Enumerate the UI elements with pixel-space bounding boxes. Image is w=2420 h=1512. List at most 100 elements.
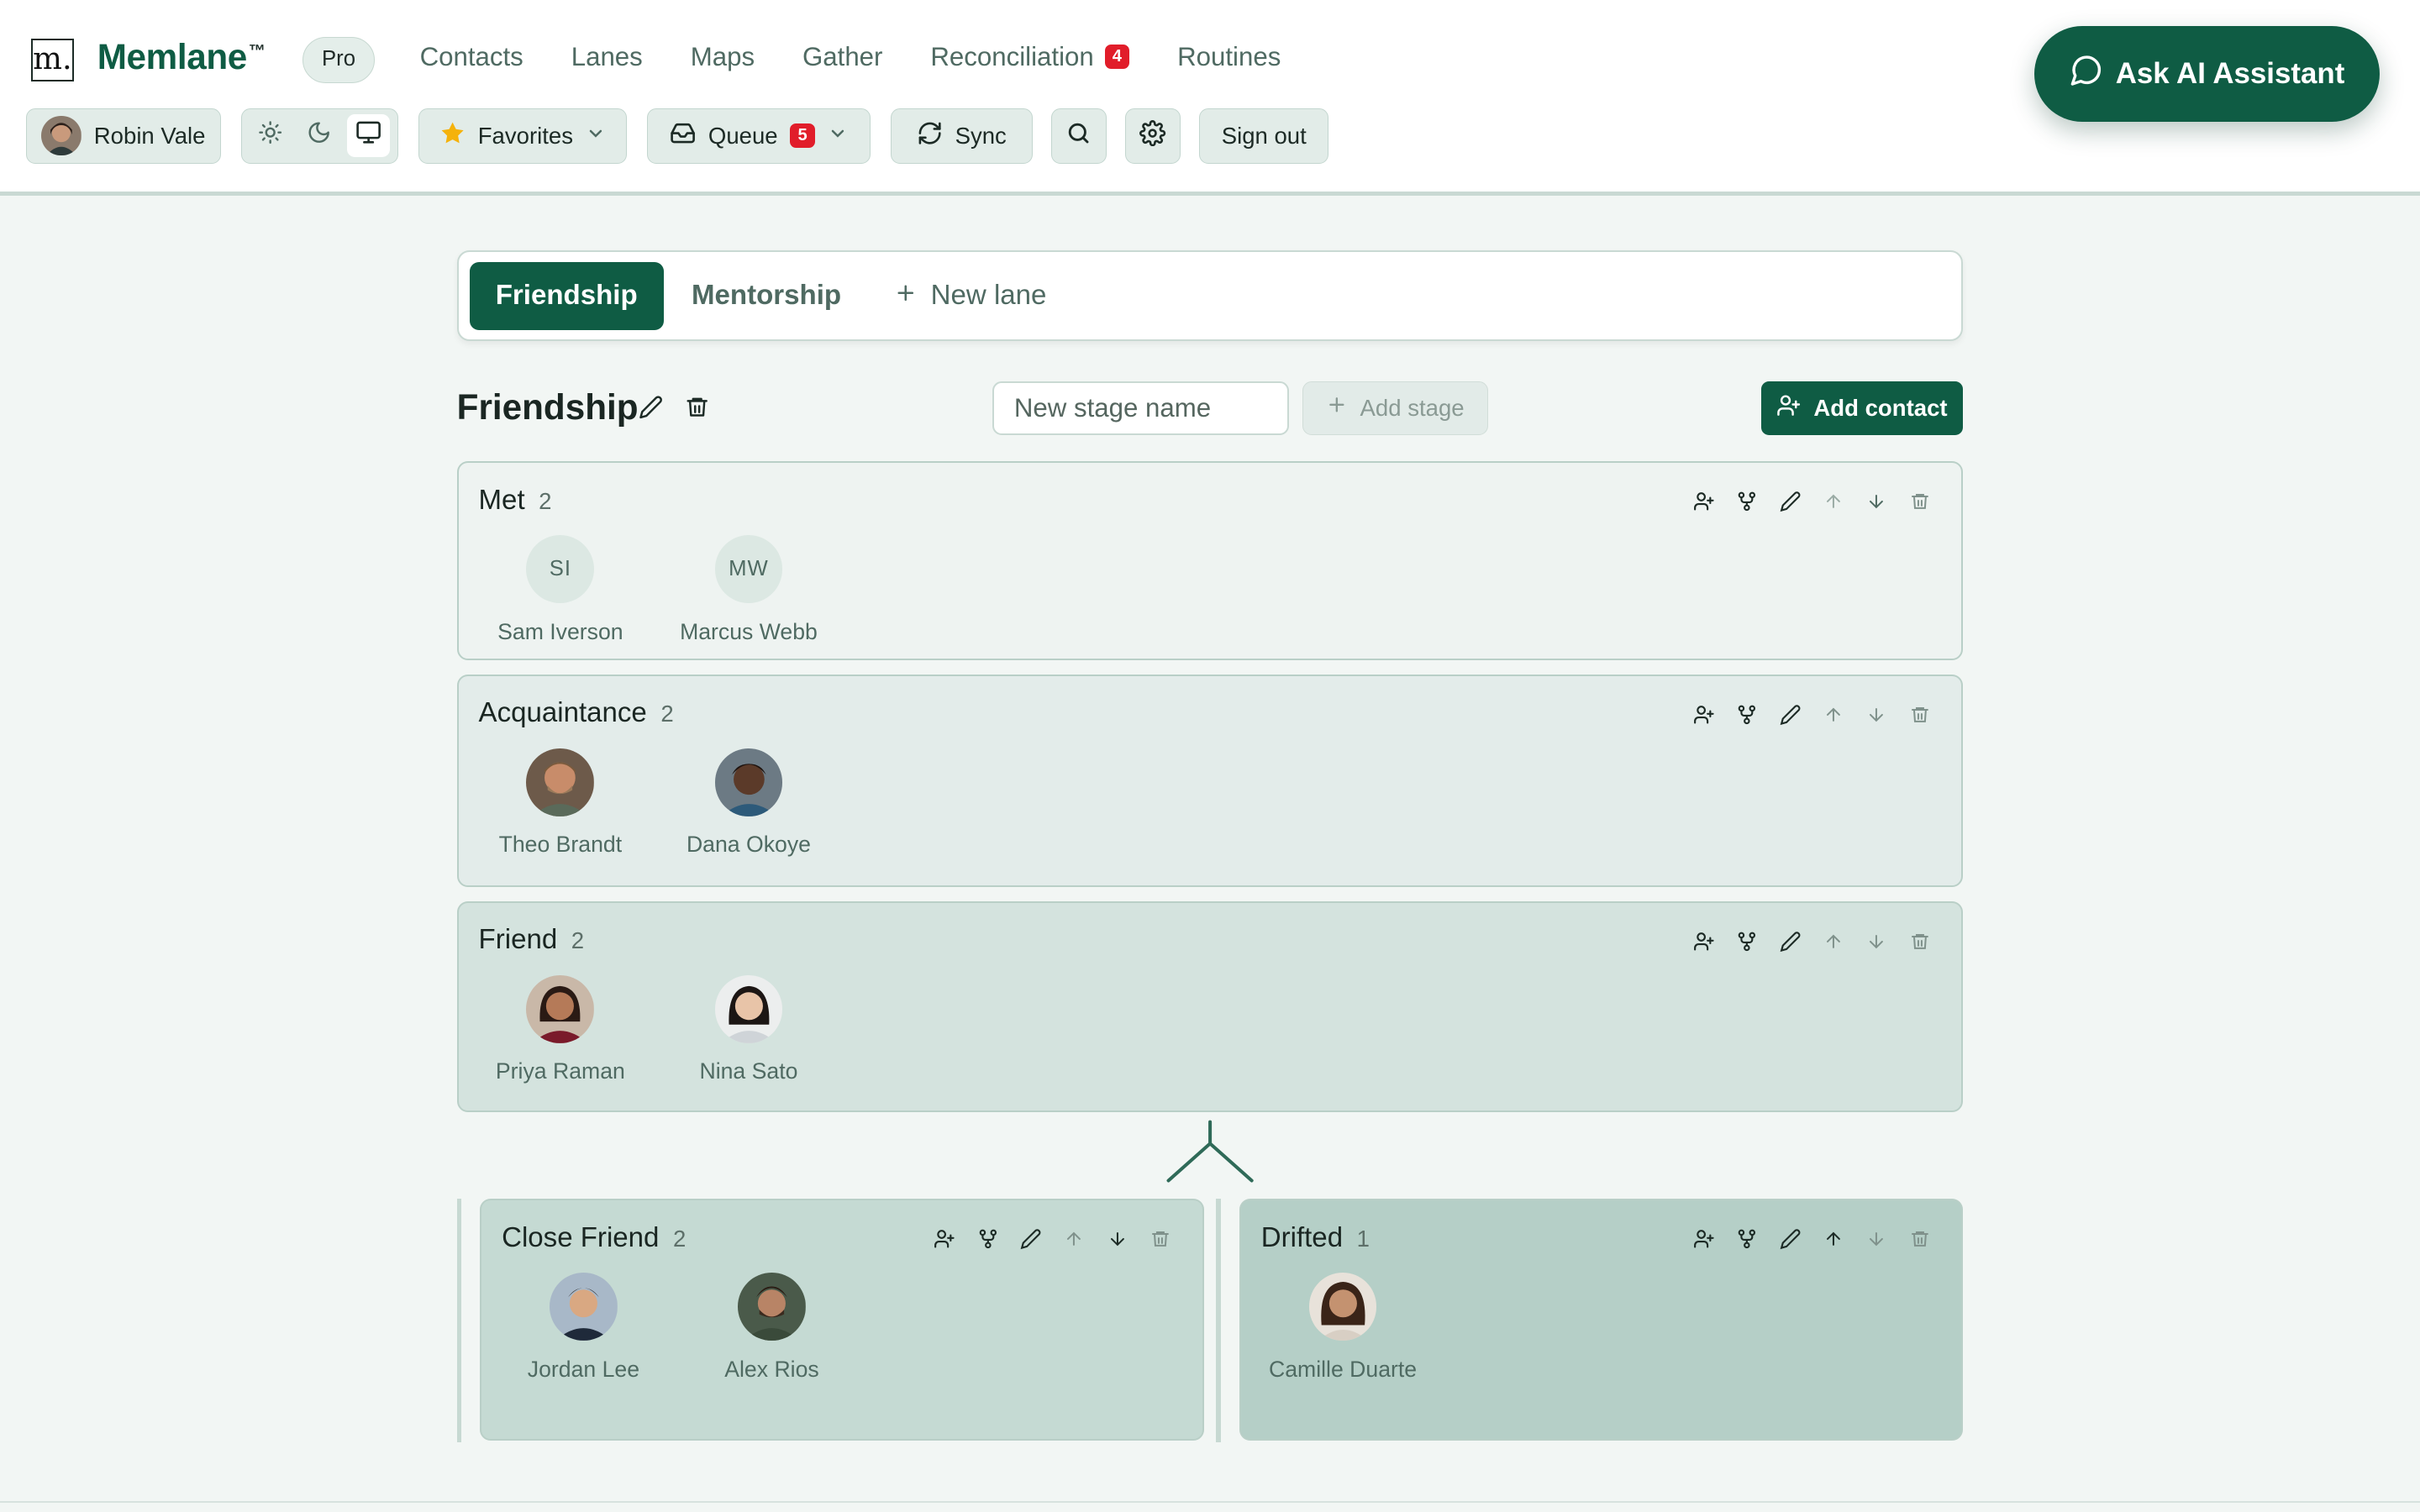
pencil-icon[interactable] — [1018, 1226, 1043, 1251]
search-button[interactable] — [1050, 108, 1107, 164]
arrow-up-icon[interactable] — [1821, 489, 1845, 513]
plus-icon — [894, 262, 918, 330]
new-lane-button[interactable]: New lane — [894, 262, 1047, 330]
contact-card[interactable]: Dana Okoye — [656, 748, 841, 858]
arrow-down-icon[interactable] — [1865, 702, 1889, 727]
add-person-icon[interactable] — [1691, 929, 1716, 953]
sign-out-button[interactable]: Sign out — [1199, 108, 1329, 164]
stage-actions — [932, 1226, 1172, 1251]
queue-dropdown[interactable]: Queue 5 — [646, 108, 871, 164]
arrow-down-icon[interactable] — [1105, 1226, 1129, 1251]
contact-card[interactable]: Alex Rios — [679, 1273, 864, 1382]
stage-card-drifted[interactable]: Drifted 1 Camille Duarte — [1239, 1199, 1964, 1441]
branch-icon[interactable] — [1734, 1226, 1759, 1251]
queue-label: Queue — [708, 122, 778, 149]
branch-icon[interactable] — [1734, 929, 1759, 953]
trash-icon[interactable] — [1907, 929, 1932, 953]
contact-card[interactable]: Camille Duarte — [1250, 1273, 1435, 1382]
pencil-icon[interactable] — [1778, 929, 1802, 953]
nav-routines[interactable]: Routines — [1177, 42, 1281, 72]
stage-card-close-friend[interactable]: Close Friend 2 Jordan Lee Alex Rios — [480, 1199, 1204, 1441]
ask-ai-assistant-label: Ask AI Assistant — [2115, 57, 2345, 91]
stage-header: Met 2 — [479, 485, 552, 517]
inbox-icon — [670, 120, 696, 152]
nav-reconciliation-label: Reconciliation — [930, 41, 1094, 71]
contact-name: Nina Sato — [699, 1058, 798, 1084]
contact-name: Sam Iverson — [497, 618, 623, 644]
tab-mentorship[interactable]: Mentorship — [666, 262, 868, 330]
trash-icon[interactable] — [1148, 1226, 1172, 1251]
nav-gather[interactable]: Gather — [802, 42, 882, 72]
brand-name[interactable]: Memlane ™ — [97, 37, 266, 77]
light-theme-button[interactable] — [249, 114, 292, 157]
contact-card[interactable]: MW Marcus Webb — [656, 535, 841, 644]
branch-icon[interactable] — [1734, 702, 1759, 727]
gear-icon — [1139, 119, 1166, 152]
contact-card[interactable]: Theo Brandt — [468, 748, 653, 858]
dark-theme-button[interactable] — [297, 114, 340, 157]
branch-icon[interactable] — [976, 1226, 1000, 1251]
nav-contacts[interactable]: Contacts — [420, 42, 523, 72]
arrow-down-icon[interactable] — [1865, 489, 1889, 513]
nav-maps[interactable]: Maps — [691, 42, 755, 72]
contact-name: Jordan Lee — [527, 1356, 640, 1382]
lane-tabs: Friendship Mentorship New lane — [456, 249, 1964, 341]
stage-count: 2 — [660, 701, 674, 727]
arrow-up-icon[interactable] — [1821, 702, 1845, 727]
add-person-icon[interactable] — [932, 1226, 956, 1251]
add-person-icon[interactable] — [1691, 489, 1716, 513]
trash-icon[interactable] — [685, 395, 709, 426]
settings-button[interactable] — [1124, 108, 1181, 164]
favorites-dropdown[interactable]: Favorites — [418, 108, 627, 164]
stage-actions — [1691, 702, 1932, 727]
arrow-up-icon[interactable] — [1821, 1226, 1845, 1251]
add-contact-button[interactable]: Add contact — [1760, 381, 1964, 435]
contact-card[interactable]: Priya Raman — [468, 974, 653, 1084]
reconciliation-count-badge: 4 — [1104, 44, 1130, 70]
arrow-down-icon[interactable] — [1865, 1226, 1889, 1251]
contact-card[interactable]: Nina Sato — [656, 974, 841, 1084]
pencil-icon[interactable] — [639, 395, 663, 426]
add-person-icon[interactable] — [1691, 1226, 1716, 1251]
trash-icon[interactable] — [1907, 702, 1932, 727]
refresh-icon — [917, 120, 943, 152]
contact-card[interactable]: SI Sam Iverson — [468, 535, 653, 644]
trash-icon[interactable] — [1907, 1226, 1932, 1251]
ask-ai-assistant-button[interactable]: Ask AI Assistant — [2033, 26, 2381, 123]
branch-icon[interactable] — [1734, 489, 1759, 513]
chat-bubble-icon — [2070, 53, 2103, 94]
pencil-icon[interactable] — [1778, 489, 1802, 513]
tab-friendship[interactable]: Friendship — [469, 262, 664, 331]
stage-actions — [1691, 489, 1932, 513]
arrow-up-icon[interactable] — [1821, 929, 1845, 953]
pencil-icon[interactable] — [1778, 1226, 1802, 1251]
stage-card-friend[interactable]: Friend 2 Priya Raman Nina Sato — [456, 900, 1964, 1113]
contact-card[interactable]: Jordan Lee — [491, 1273, 676, 1382]
stage-card-acquaintance[interactable]: Acquaintance 2 Theo Brandt Dana Okoye — [456, 674, 1964, 888]
contact-initials-avatar: MW — [714, 535, 783, 604]
trash-icon[interactable] — [1907, 489, 1932, 513]
contact-name: Marcus Webb — [680, 618, 818, 644]
add-stage-button[interactable]: Add stage — [1302, 381, 1488, 435]
arrow-down-icon[interactable] — [1865, 929, 1889, 953]
sun-icon — [258, 120, 282, 151]
new-lane-label: New lane — [930, 280, 1047, 312]
arrow-up-icon[interactable] — [1062, 1226, 1086, 1251]
pencil-icon[interactable] — [1778, 702, 1802, 727]
user-menu-button[interactable]: Robin Vale — [26, 108, 221, 164]
nav-lanes[interactable]: Lanes — [571, 42, 643, 72]
stage-count: 2 — [539, 487, 552, 514]
sync-button[interactable]: Sync — [890, 108, 1033, 164]
stage-count: 2 — [571, 927, 585, 954]
logo-mark[interactable]: m. — [30, 38, 75, 82]
new-stage-name-input[interactable] — [992, 381, 1289, 435]
system-theme-button[interactable] — [346, 113, 390, 158]
contact-photo — [714, 974, 783, 1043]
nav-reconciliation[interactable]: Reconciliation 4 — [930, 41, 1130, 72]
user-avatar — [41, 115, 82, 156]
contact-name: Camille Duarte — [1269, 1356, 1418, 1382]
user-name: Robin Vale — [93, 122, 206, 149]
stage-card-met[interactable]: Met 2 SI Sam Iverson MW Marcus Webb — [456, 461, 1964, 661]
add-person-icon[interactable] — [1691, 702, 1716, 727]
search-icon — [1065, 120, 1092, 152]
